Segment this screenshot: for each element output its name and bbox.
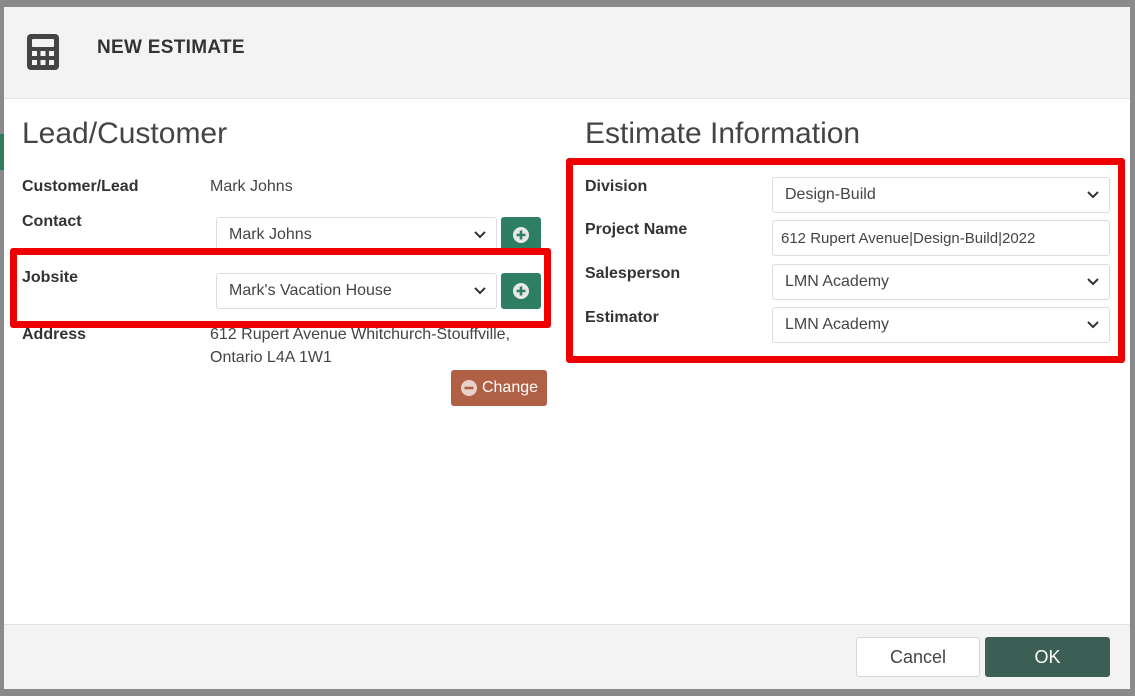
estimate-info-highlight-box xyxy=(566,158,1125,363)
change-button-label: Change xyxy=(481,379,539,396)
address-line-1: 612 Rupert Avenue Whitchurch-Stouffville… xyxy=(210,326,511,343)
cancel-button[interactable]: Cancel xyxy=(856,637,980,677)
ok-button[interactable]: OK xyxy=(985,637,1110,677)
lead-customer-title: Lead/Customer xyxy=(22,117,228,150)
change-address-button[interactable]: Change xyxy=(451,370,547,406)
plus-circle-icon xyxy=(513,227,529,243)
address-line-2: Ontario L4A 1W1 xyxy=(210,349,332,366)
address-label: Address xyxy=(22,326,87,343)
modal-title: NEW ESTIMATE xyxy=(97,37,245,58)
customer-lead-label: Customer/Lead xyxy=(22,178,139,195)
contact-select-value: Mark Johns xyxy=(229,226,312,243)
minus-circle-icon xyxy=(460,380,477,396)
modal-header: NEW ESTIMATE xyxy=(4,7,1130,99)
customer-lead-value: Mark Johns xyxy=(210,178,293,195)
contact-label: Contact xyxy=(22,213,82,230)
estimate-information-title: Estimate Information xyxy=(585,117,861,150)
new-estimate-modal: NEW ESTIMATE Lead/Customer Customer/Lead… xyxy=(4,7,1130,689)
chevron-down-icon xyxy=(474,231,486,239)
jobsite-highlight-box xyxy=(10,248,551,328)
calculator-icon xyxy=(27,34,59,70)
